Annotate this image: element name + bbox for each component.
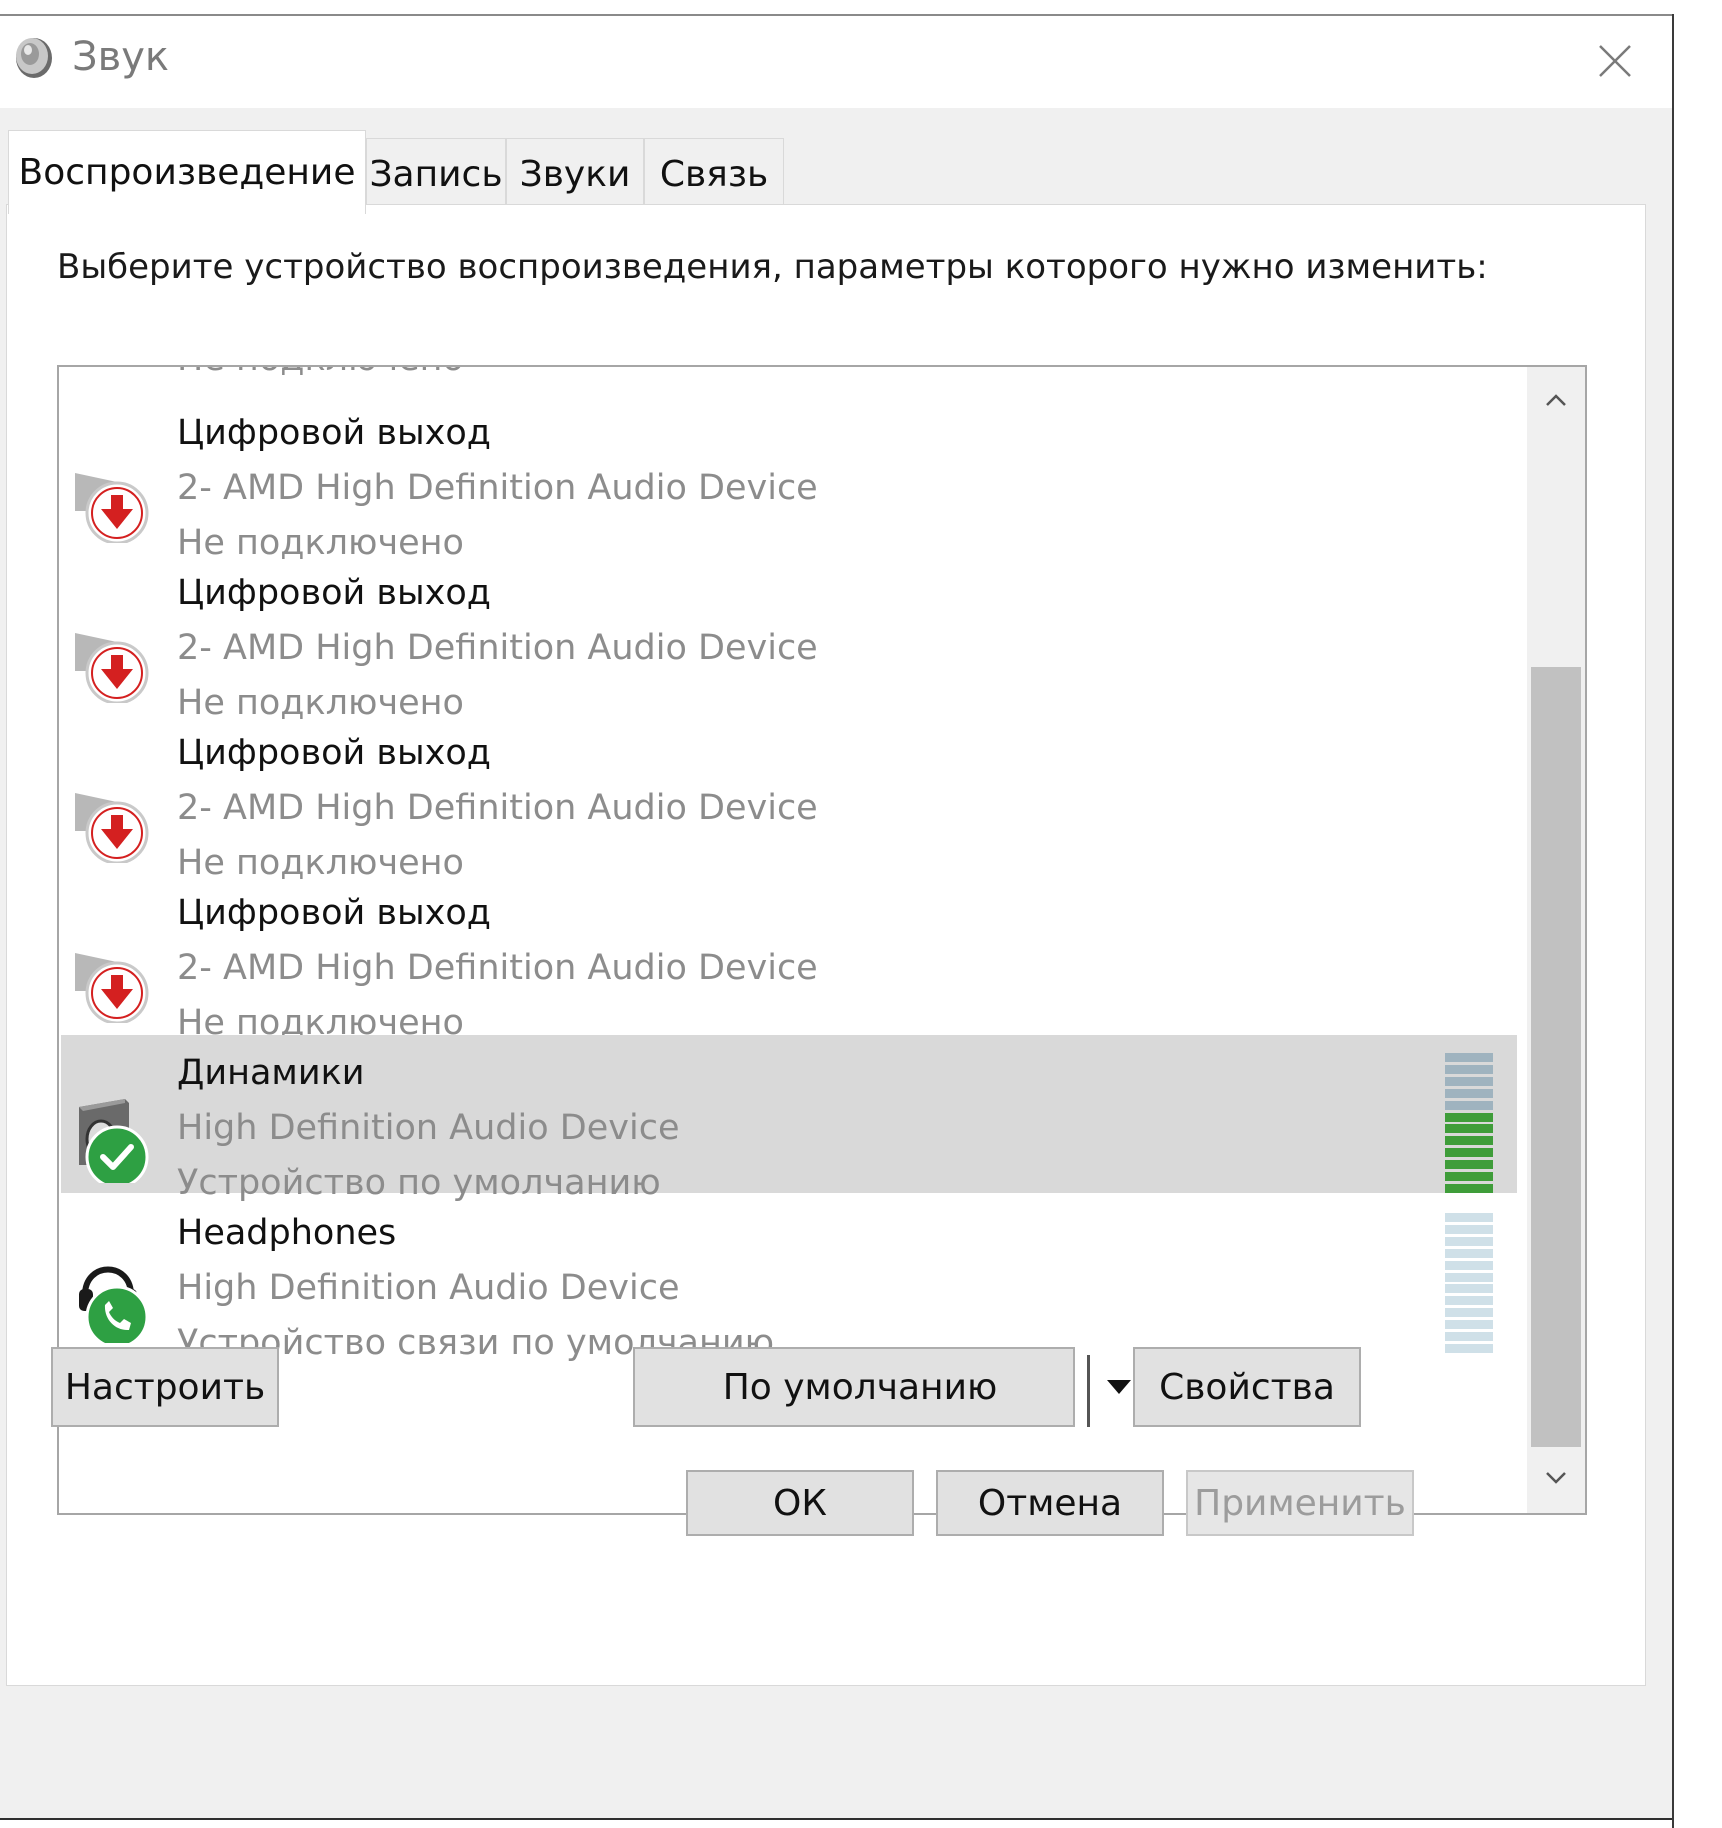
tab-recording[interactable]: Запись bbox=[366, 138, 506, 210]
split-separator bbox=[1087, 1355, 1090, 1427]
meter-bar bbox=[1445, 1053, 1493, 1062]
meter-bar bbox=[1445, 1320, 1493, 1330]
meter-bar bbox=[1445, 1160, 1493, 1170]
list-item-device-2[interactable]: Цифровой выход 2- AMD High Definition Au… bbox=[61, 555, 1517, 739]
meter-bar bbox=[1445, 1136, 1493, 1146]
device-name: Цифровой выход bbox=[177, 893, 491, 933]
scroll-thumb[interactable] bbox=[1531, 667, 1581, 1447]
meter-bar bbox=[1445, 1272, 1493, 1282]
tab-playback[interactable]: Воспроизведение bbox=[8, 130, 366, 214]
digital-output-disconnected-icon bbox=[75, 793, 149, 863]
list-item-device-4[interactable]: Цифровой выход 2- AMD High Definition Au… bbox=[61, 875, 1517, 1059]
instruction-text: Выберите устройство воспроизведения, пар… bbox=[57, 247, 1488, 287]
meter-bar bbox=[1445, 1148, 1493, 1158]
vertical-scrollbar[interactable] bbox=[1527, 367, 1585, 1513]
meter-bar bbox=[1445, 1183, 1493, 1193]
volume-meter bbox=[1445, 1213, 1493, 1353]
volume-meter bbox=[1445, 1053, 1493, 1193]
device-list[interactable]: Не подключено Цифровой выход 2- AMD High… bbox=[57, 365, 1587, 1515]
meter-bar bbox=[1445, 1260, 1493, 1270]
meter-bar bbox=[1445, 1100, 1493, 1110]
background-strip bbox=[1674, 0, 1722, 1828]
scroll-down-button[interactable] bbox=[1527, 1445, 1585, 1511]
device-description: 2- AMD High Definition Audio Device bbox=[177, 628, 818, 668]
tab-communications[interactable]: Связь bbox=[644, 138, 784, 210]
ok-button[interactable]: ОК bbox=[686, 1470, 914, 1536]
title-bar: Звук bbox=[0, 16, 1672, 108]
dropdown-arrow-icon bbox=[1107, 1380, 1131, 1394]
meter-bar bbox=[1445, 1236, 1493, 1246]
digital-output-disconnected-icon bbox=[75, 633, 149, 703]
device-description: 2- AMD High Definition Audio Device bbox=[177, 788, 818, 828]
device-status: Не подключено bbox=[177, 367, 464, 379]
scroll-up-button[interactable] bbox=[1527, 367, 1585, 433]
device-description: 2- AMD High Definition Audio Device bbox=[177, 948, 818, 988]
digital-output-disconnected-icon bbox=[75, 473, 149, 543]
sound-dialog: Звук Воспроизведение Запись Звуки Связь … bbox=[0, 16, 1672, 1818]
meter-bar bbox=[1445, 1172, 1493, 1182]
apply-button[interactable]: Применить bbox=[1186, 1470, 1414, 1536]
window-bottom-border bbox=[0, 1818, 1672, 1820]
set-default-split-button[interactable]: По умолчанию bbox=[633, 1347, 1131, 1427]
headphones-communication-icon bbox=[79, 1266, 149, 1343]
close-button[interactable] bbox=[1584, 30, 1646, 92]
chevron-up-icon bbox=[1546, 394, 1566, 406]
device-description: High Definition Audio Device bbox=[177, 1108, 680, 1148]
digital-output-disconnected-icon bbox=[75, 953, 149, 1023]
device-name: Цифровой выход bbox=[177, 413, 491, 453]
configure-button[interactable]: Настроить bbox=[51, 1347, 279, 1427]
close-icon bbox=[1599, 45, 1631, 77]
window-title: Звук bbox=[72, 34, 170, 80]
meter-bar bbox=[1445, 1248, 1493, 1258]
properties-button[interactable]: Свойства bbox=[1133, 1347, 1361, 1427]
speaker-app-icon bbox=[16, 38, 52, 78]
device-description: 2- AMD High Definition Audio Device bbox=[177, 468, 818, 508]
device-description: High Definition Audio Device bbox=[177, 1268, 680, 1308]
meter-bar bbox=[1445, 1064, 1493, 1074]
chevron-down-icon bbox=[1546, 1472, 1566, 1484]
meter-bar bbox=[1445, 1224, 1493, 1234]
meter-bar bbox=[1445, 1088, 1493, 1098]
list-item-device-3[interactable]: Цифровой выход 2- AMD High Definition Au… bbox=[61, 715, 1517, 899]
meter-bar bbox=[1445, 1112, 1493, 1122]
meter-bar bbox=[1445, 1308, 1493, 1318]
list-item-speakers[interactable]: Динамики High Definition Audio Device Ус… bbox=[61, 1035, 1517, 1203]
meter-bar bbox=[1445, 1343, 1493, 1353]
meter-bar bbox=[1445, 1296, 1493, 1306]
meter-bar bbox=[1445, 1213, 1493, 1222]
playback-panel: Выберите устройство воспроизведения, пар… bbox=[6, 204, 1646, 1686]
list-item-device-1[interactable]: Цифровой выход 2- AMD High Definition Au… bbox=[61, 395, 1517, 579]
cancel-button[interactable]: Отмена bbox=[936, 1470, 1164, 1536]
list-item-partial[interactable]: Не подключено bbox=[61, 367, 1517, 395]
set-default-button[interactable]: По умолчанию bbox=[635, 1349, 1085, 1425]
meter-bar bbox=[1445, 1124, 1493, 1134]
device-name: Цифровой выход bbox=[177, 573, 491, 613]
meter-bar bbox=[1445, 1332, 1493, 1342]
speakers-default-icon bbox=[79, 1099, 149, 1183]
meter-bar bbox=[1445, 1284, 1493, 1294]
tab-sounds[interactable]: Звуки bbox=[506, 138, 644, 210]
device-name: Динамики bbox=[177, 1053, 365, 1093]
meter-bar bbox=[1445, 1076, 1493, 1086]
device-name: Цифровой выход bbox=[177, 733, 491, 773]
device-name: Headphones bbox=[177, 1213, 397, 1253]
